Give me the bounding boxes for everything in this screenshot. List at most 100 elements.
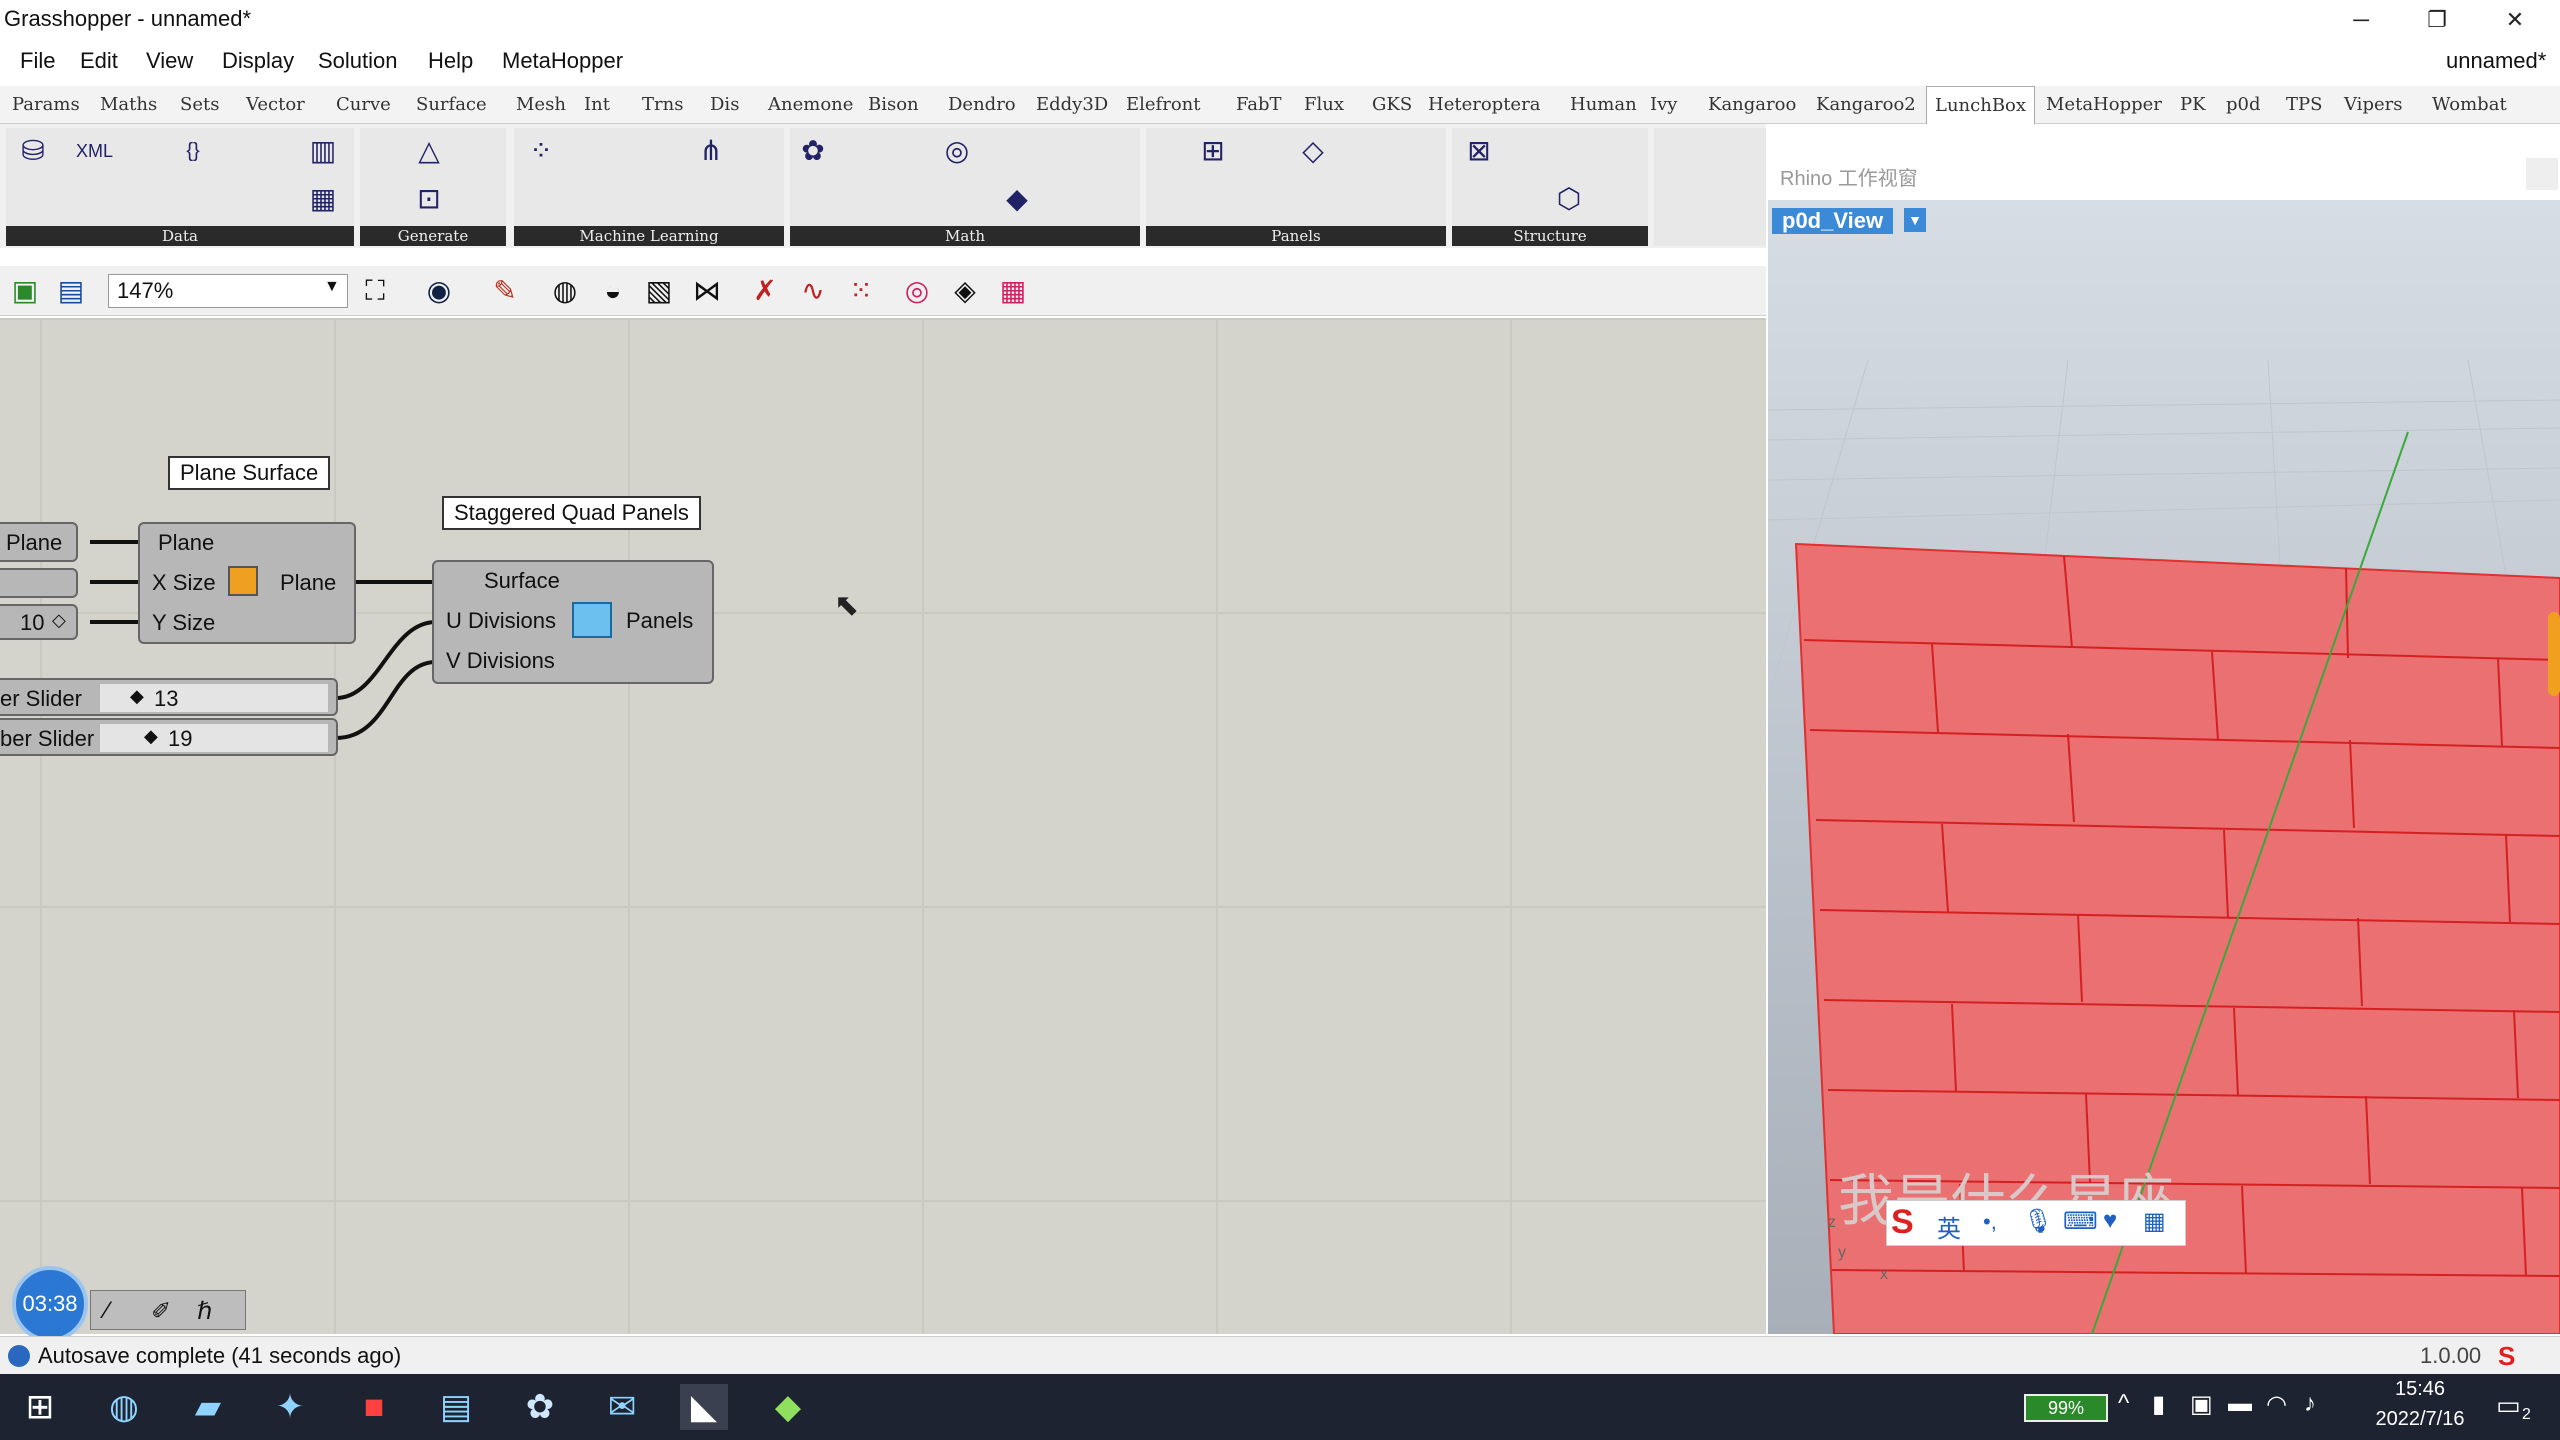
ime-language[interactable]: 英 [1937,1209,1961,1244]
database-icon[interactable]: ⛁ [16,134,50,168]
bake-icon[interactable]: ◈ [946,274,984,308]
grasshopper-canvas[interactable]: Plane Surface Staggered Quad Panels Plan… [0,318,1766,1342]
maximize-button[interactable]: ❐ [2400,0,2474,40]
input-u-divisions[interactable]: U Divisions [446,608,556,634]
scatter-icon[interactable]: ⁘ [524,134,558,168]
menu-edit[interactable]: Edit [80,48,118,74]
tab-wombat[interactable]: Wombat [2432,94,2507,115]
tab-curve[interactable]: Curve [336,94,391,115]
tab-metahopper[interactable]: MetaHopper [2046,94,2162,115]
tab-bison[interactable]: Bison [868,94,919,115]
tab-vector[interactable]: Vector [246,94,305,115]
diamond-panel-icon[interactable]: ◇ [1296,134,1330,168]
grasshopper-app-icon[interactable]: ◆ [764,1384,812,1430]
skin-icon[interactable]: ♥ [2103,1207,2117,1235]
settings-gear-icon[interactable]: ✿ [516,1384,564,1430]
target-icon[interactable]: ◎ [898,274,936,308]
close-button[interactable]: ✕ [2478,0,2552,40]
wire-icon[interactable]: ▧ [640,274,678,308]
bluetooth-app-icon[interactable]: ✦ [266,1384,314,1430]
gear-icon[interactable]: ✿ [796,134,830,168]
number-param[interactable]: 10 ◇ [0,604,78,640]
clock-time[interactable]: 15:46 [2370,1378,2470,1401]
microphone-tray-icon[interactable]: ▮ [2152,1390,2165,1419]
slider-2-track[interactable] [100,724,328,752]
network-display-icon[interactable]: ⋈ [688,274,726,308]
tab-fabt[interactable]: FabT [1236,94,1282,115]
tab-lunchbox[interactable]: LunchBox [1926,86,2036,124]
plane-surface-component[interactable]: Plane X Size Y Size Plane [138,522,356,644]
brush-icon[interactable]: ✐ [151,1297,171,1326]
menu-view[interactable]: View [146,48,193,74]
tab-kangaroo[interactable]: Kangaroo [1708,94,1796,115]
tab-flux[interactable]: Flux [1304,94,1344,115]
tab-kangaroo2[interactable]: Kangaroo2 [1816,94,1916,115]
tab-vipers[interactable]: Vipers [2344,94,2402,115]
quad-panel-icon[interactable]: ⊞ [1196,134,1230,168]
microphone-icon[interactable]: 🎙 [2023,1207,2053,1236]
text-tool-icon[interactable]: ℏ [197,1297,212,1326]
empty-param[interactable] [0,568,78,598]
menu-help[interactable]: Help [428,48,473,74]
ime-logo[interactable]: S [1891,1203,1914,1242]
mail-icon[interactable]: ✉ [598,1384,646,1430]
json-icon[interactable]: {} [176,134,210,168]
plane-param[interactable]: Plane [0,522,78,562]
sketch-icon[interactable]: ✎ [486,274,524,308]
network-icon[interactable]: ⋔ [694,134,728,168]
windows-start-icon[interactable]: ⊞ [16,1384,64,1430]
zoom-extents-icon[interactable]: ⛶ [356,274,394,308]
grid-menu-icon[interactable]: ▦ [2143,1207,2166,1236]
save-icon[interactable]: ▤ [52,274,90,308]
youdao-icon[interactable]: ■ [350,1384,398,1430]
tab-eddy3d[interactable]: Eddy3D [1036,94,1108,115]
calculator-icon[interactable]: ▤ [432,1384,480,1430]
eye-icon[interactable]: ◉ [420,274,458,308]
diamond-icon[interactable]: ◆ [130,686,144,707]
file-explorer-icon[interactable]: ▰ [184,1384,232,1430]
shaded-icon[interactable]: ◒ [594,274,632,308]
tab-mesh[interactable]: Mesh [516,94,566,115]
rhino-icon[interactable]: ◣ [680,1384,728,1430]
input-x-size[interactable]: X Size [152,570,216,596]
input-y-size[interactable]: Y Size [152,610,215,636]
tab-anemone[interactable]: Anemone [768,94,853,115]
ime-punctuation[interactable]: •, [1983,1209,1997,1235]
tab-elefront[interactable]: Elefront [1126,94,1200,115]
truss-icon[interactable]: ⊠ [1462,134,1496,168]
clock-date[interactable]: 2022/7/16 [2356,1408,2484,1431]
tab-heteroptera[interactable]: Heteroptera [1428,94,1540,115]
preview-icon[interactable]: ◍ [546,274,584,308]
menu-display[interactable]: Display [222,48,294,74]
input-surface[interactable]: Surface [484,568,560,594]
edge-browser-icon[interactable]: ◍ [100,1384,148,1430]
menu-solution[interactable]: Solution [318,48,398,74]
viewport-close-button[interactable] [2526,158,2558,190]
curve-tool-icon[interactable]: ∿ [794,274,832,308]
tab-p0d[interactable]: p0d [2226,94,2261,115]
output-plane[interactable]: Plane [280,570,336,596]
calendar-icon[interactable]: ▦ [994,274,1032,308]
tab-surface[interactable]: Surface [416,94,487,115]
input-plane[interactable]: Plane [158,530,214,556]
viewport-scroll-handle[interactable] [2548,612,2560,696]
tab-trns[interactable]: Trns [642,94,683,115]
keyboard-icon[interactable]: ⌨ [2063,1207,2098,1236]
input-v-divisions[interactable]: V Divisions [446,648,555,674]
chart-icon[interactable]: ▥ [306,134,340,168]
tab-sets[interactable]: Sets [180,94,219,115]
diamond-icon[interactable]: ◆ [144,726,158,747]
wifi-icon[interactable]: ◠ [2266,1390,2287,1419]
tab-tps[interactable]: TPS [2286,94,2322,115]
square-grid-icon[interactable]: ⊡ [412,182,446,216]
pencil-icon[interactable]: ∕ [105,1297,109,1325]
chevron-down-icon[interactable]: ▼ [324,278,340,296]
points-icon[interactable]: ⁙ [842,274,880,308]
tab-ivy[interactable]: Ivy [1650,94,1677,115]
battery-indicator[interactable]: 99% [2024,1394,2108,1422]
recording-timer[interactable]: 03:38 [12,1266,88,1342]
open-file-icon[interactable]: ▣ [6,274,44,308]
select-icon[interactable]: ✗ [746,274,784,308]
tab-human[interactable]: Human [1570,94,1637,115]
staggered-quad-panels-component[interactable]: Surface U Divisions V Divisions Panels [432,560,714,684]
